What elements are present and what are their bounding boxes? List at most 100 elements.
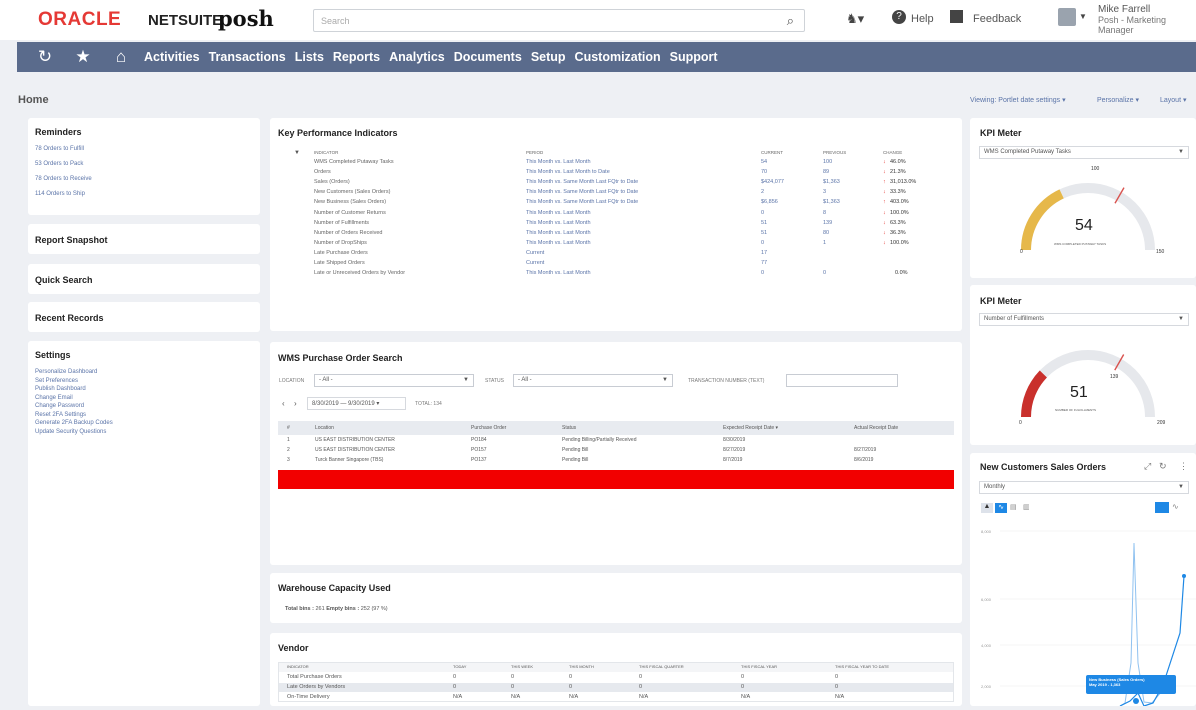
wms-cell-po[interactable]: PO137 (471, 457, 487, 463)
settings-link[interactable]: Set Preferences (35, 377, 253, 386)
kpi-current[interactable]: $6,856 (761, 199, 778, 205)
avatar[interactable] (1058, 8, 1076, 26)
table-row[interactable]: Total Purchase Orders 0 0 0 0 0 0 (279, 673, 953, 682)
table-row[interactable]: 1 US EAST DISTRIBUTION CENTER PO184 Pending… (278, 436, 954, 443)
kpi-current[interactable]: 70 (761, 169, 767, 175)
kpi-period[interactable]: This Month vs. Last Month (526, 240, 591, 246)
kpi-current[interactable]: 2 (761, 189, 764, 195)
next-page-icon[interactable]: › (294, 399, 297, 408)
kpi-period[interactable]: This Month vs. Last Month (526, 220, 591, 226)
star-icon[interactable]: ★ (64, 47, 102, 67)
help-link[interactable]: Help (911, 13, 934, 25)
kpi-period[interactable]: This Month vs. Last Month (526, 230, 591, 236)
reminder-pack[interactable]: 53 Orders to Pack (35, 161, 253, 167)
kpi-current[interactable]: 54 (761, 159, 767, 165)
user-name[interactable]: Mike Farrell (1098, 5, 1150, 15)
data-point[interactable] (1133, 698, 1139, 704)
kpi-previous[interactable]: 89 (823, 169, 829, 175)
prev-page-icon[interactable]: ‹ (282, 399, 285, 408)
col-location[interactable]: Location (315, 425, 334, 431)
table-row[interactable]: 3 Turck Banner Singapore (TBS) PO137 Pendin… (278, 456, 954, 463)
kpi-period[interactable]: This Month vs. Same Month Last FQtr to D… (526, 189, 638, 195)
kpi-previous[interactable]: 100 (823, 159, 832, 165)
spline-mode-icon[interactable]: ∿ (1172, 502, 1179, 511)
kpi-current[interactable]: 51 (761, 230, 767, 236)
settings-link[interactable]: Generate 2FA Backup Codes (35, 419, 253, 428)
reminder-fulfill[interactable]: 78 Orders to Fulfill (35, 146, 253, 152)
period-select[interactable]: Monthly ▼ (979, 481, 1189, 494)
area-chart-icon[interactable]: ▲ (981, 503, 993, 513)
kpi-row[interactable]: Orders This Month vs. Last Month to Date 7… (270, 169, 962, 178)
settings-link[interactable]: Change Email (35, 394, 253, 403)
location-select[interactable]: - All - ▼ (314, 374, 474, 387)
layout-menu[interactable]: Layout ▾ (1160, 96, 1186, 104)
line-chart-icon[interactable]: ∿ (995, 503, 1007, 513)
kpi-previous[interactable]: 80 (823, 230, 829, 236)
oracle-logo[interactable]: ORACLE (38, 9, 121, 31)
table-row[interactable]: Late Orders by Vendors 0 0 0 0 0 0 (279, 683, 953, 692)
chevron-down-icon[interactable]: ▼ (1079, 12, 1087, 21)
kpi-current[interactable]: 0 (761, 270, 764, 276)
kpi-previous[interactable]: 139 (823, 220, 832, 226)
refresh-icon[interactable]: ↻ (1159, 461, 1167, 472)
col-actual-receipt-date[interactable]: Actual Receipt Date (854, 425, 898, 431)
table-row[interactable]: On-Time Delivery N/A N/A N/A N/A N/A N/A (279, 693, 953, 702)
expand-icon[interactable]: ⤢ (1144, 461, 1151, 472)
feedback-icon[interactable] (950, 10, 963, 23)
kpi-current[interactable]: 77 (761, 260, 767, 266)
settings-link[interactable]: Publish Dashboard (35, 385, 253, 394)
settings-link[interactable]: Personalize Dashboard (35, 368, 253, 377)
kpi-previous[interactable]: $1,363 (823, 179, 840, 185)
netsuite-logo[interactable]: NETSUITE (148, 12, 222, 29)
kpi-row[interactable]: Late Purchase Orders Current 17 (270, 250, 962, 259)
kpi-previous[interactable]: 1 (823, 240, 826, 246)
kpi-current[interactable]: 51 (761, 220, 767, 226)
help-icon[interactable]: ? (892, 10, 906, 24)
kpi-previous[interactable]: 3 (823, 189, 826, 195)
kpi-row[interactable]: Sales (Orders) This Month vs. Same Month … (270, 179, 962, 188)
kpi-period[interactable]: Current (526, 260, 544, 266)
kpi-meter-select[interactable]: WMS Completed Putaway Tasks ▼ (979, 146, 1189, 159)
settings-link[interactable]: Change Password (35, 402, 253, 411)
kpi-current[interactable]: 0 (761, 210, 764, 216)
settings-link[interactable]: Reset 2FA Settings (35, 411, 253, 420)
feedback-link[interactable]: Feedback (973, 13, 1021, 25)
table-row[interactable]: 2 US EAST DISTRIBUTION CENTER PO157 Pending… (278, 446, 954, 453)
wms-cell-po[interactable]: PO157 (471, 447, 487, 453)
report-snapshot-title[interactable]: Report Snapshot (35, 235, 253, 245)
nav-documents[interactable]: Documents (454, 50, 522, 64)
kpi-previous[interactable]: 0 (823, 270, 826, 276)
kpi-current[interactable]: $424,077 (761, 179, 784, 185)
collapse-icon[interactable]: ▼ (294, 150, 300, 156)
settings-link[interactable]: Update Security Questions (35, 428, 253, 437)
kpi-current[interactable]: 0 (761, 240, 764, 246)
personalize-menu[interactable]: Personalize ▾ (1097, 96, 1139, 104)
kpi-previous[interactable]: 8 (823, 210, 826, 216)
kpi-period[interactable]: This Month vs. Last Month (526, 270, 591, 276)
bar-chart-icon[interactable]: ▤ (1010, 503, 1020, 513)
nav-support[interactable]: Support (670, 50, 718, 64)
kpi-row[interactable]: Number of Customer Returns This Month vs.… (270, 210, 962, 219)
kpi-period[interactable]: This Month vs. Last Month (526, 159, 591, 165)
nav-lists[interactable]: Lists (295, 50, 324, 64)
recent-icon[interactable]: ↻ (26, 47, 64, 67)
col-expected-receipt-date[interactable]: Expected Receipt Date ▾ (723, 425, 778, 431)
search-icon[interactable]: ⌕ (787, 13, 794, 29)
kpi-period[interactable]: Current (526, 250, 544, 256)
nav-reports[interactable]: Reports (333, 50, 380, 64)
col-status[interactable]: Status (562, 425, 576, 431)
nav-setup[interactable]: Setup (531, 50, 566, 64)
global-search-input[interactable]: Search ⌕ (313, 9, 805, 32)
col-purchase-order[interactable]: Purchase Order (471, 425, 506, 431)
quick-search-title[interactable]: Quick Search (35, 275, 253, 285)
recent-records-title[interactable]: Recent Records (35, 313, 253, 323)
more-icon[interactable]: ⋮ (1179, 461, 1188, 472)
kpi-meter-select[interactable]: Number of Fulfillments ▼ (979, 313, 1189, 326)
company-logo[interactable]: posh (218, 6, 274, 31)
line-mode-icon[interactable] (1155, 502, 1169, 513)
kpi-row[interactable]: Number of Orders Received This Month vs. … (270, 230, 962, 239)
wms-cell-po[interactable]: PO184 (471, 437, 487, 443)
user-role[interactable]: Posh - Marketing Manager (1098, 15, 1196, 35)
quick-search-portlet[interactable]: Quick Search (28, 264, 260, 294)
column-chart-icon[interactable]: ▥ (1023, 503, 1033, 513)
